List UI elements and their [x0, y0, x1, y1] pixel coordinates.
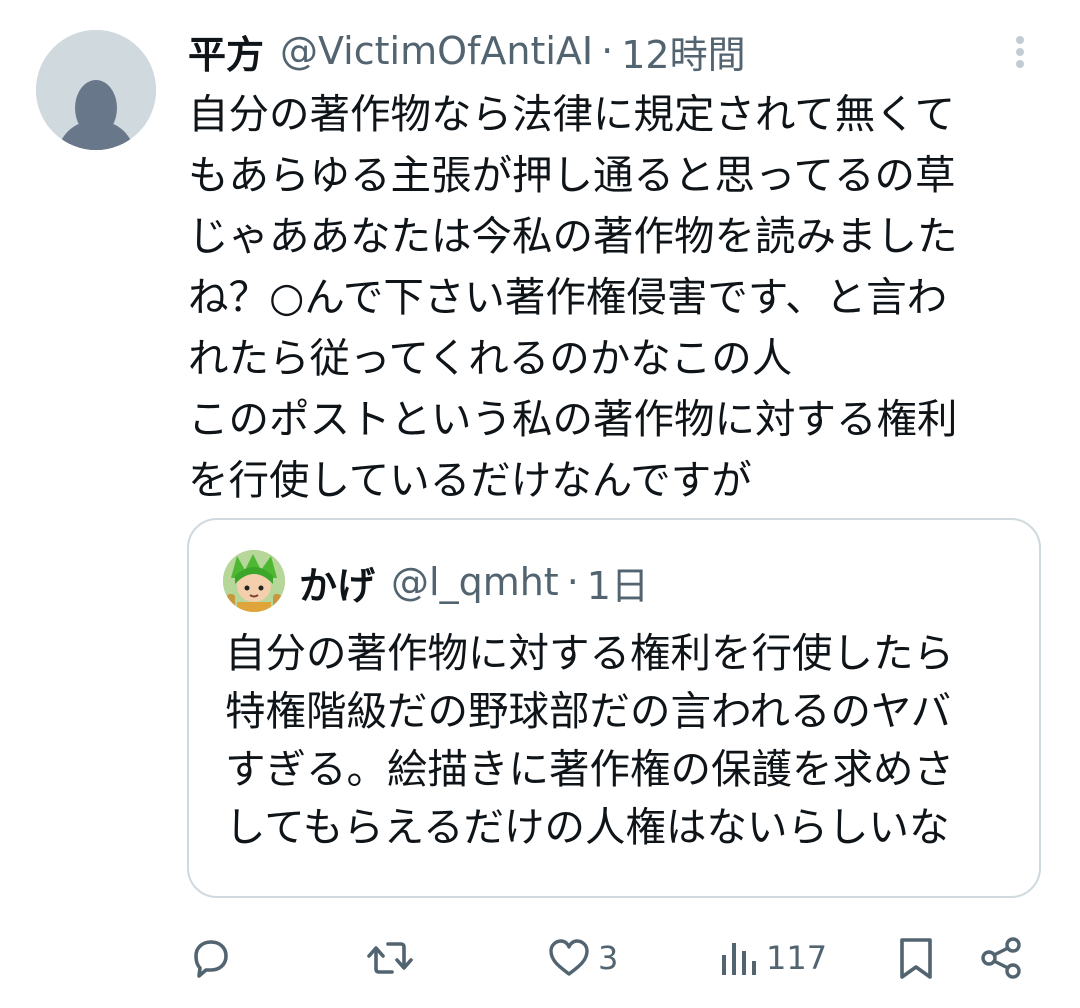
post-text: 自分の著作物なら法律に規定されて無くて もあらゆる主張が押し通ると思ってるの草 …	[188, 90, 958, 504]
share-button[interactable]	[978, 928, 1024, 988]
quoted-separator-dot: ·	[566, 560, 579, 604]
post-header: 平方 @VictimOfAntiAI · 12時間	[188, 22, 746, 80]
bookmark-button[interactable]	[896, 928, 936, 988]
quoted-post-card[interactable]: かげ @l_qmht · 1日 自分の著作物に対する権利を行使したら 特権階級だ…	[187, 518, 1041, 898]
quoted-post-timestamp[interactable]: 1日	[587, 555, 649, 610]
author-avatar[interactable]	[36, 30, 156, 150]
like-count: 3	[598, 939, 619, 977]
quoted-author-avatar[interactable]	[223, 550, 285, 612]
separator-dot: ·	[601, 29, 614, 73]
post-action-bar: 3 117	[0, 928, 1080, 988]
views-chart-icon	[722, 943, 756, 975]
bookmark-icon	[900, 938, 932, 979]
more-options-icon[interactable]	[1000, 32, 1040, 72]
reply-icon	[194, 940, 228, 978]
heart-icon	[549, 939, 589, 976]
quoted-post-text: 自分の著作物に対する権利を行使したら 特権階級だの野球部だの言われるのヤバ すぎ…	[225, 629, 954, 851]
quoted-author-display-name[interactable]: かげ	[299, 555, 375, 610]
author-display-name[interactable]: 平方	[188, 24, 264, 79]
quoted-post-header: かげ @l_qmht · 1日	[299, 554, 649, 610]
character-avatar-icon	[223, 550, 285, 612]
repost-button[interactable]	[366, 928, 414, 988]
quoted-author-handle[interactable]: @l_qmht	[391, 560, 559, 604]
repost-icon	[367, 942, 413, 974]
default-avatar-icon	[36, 30, 156, 150]
share-icon	[981, 937, 1021, 979]
views-count: 117	[766, 939, 828, 977]
author-handle[interactable]: @VictimOfAntiAI	[280, 29, 593, 73]
reply-button[interactable]	[188, 928, 234, 988]
post-timestamp[interactable]: 12時間	[621, 24, 745, 79]
views-button[interactable]: 117	[718, 928, 827, 988]
like-button[interactable]: 3	[546, 928, 618, 988]
